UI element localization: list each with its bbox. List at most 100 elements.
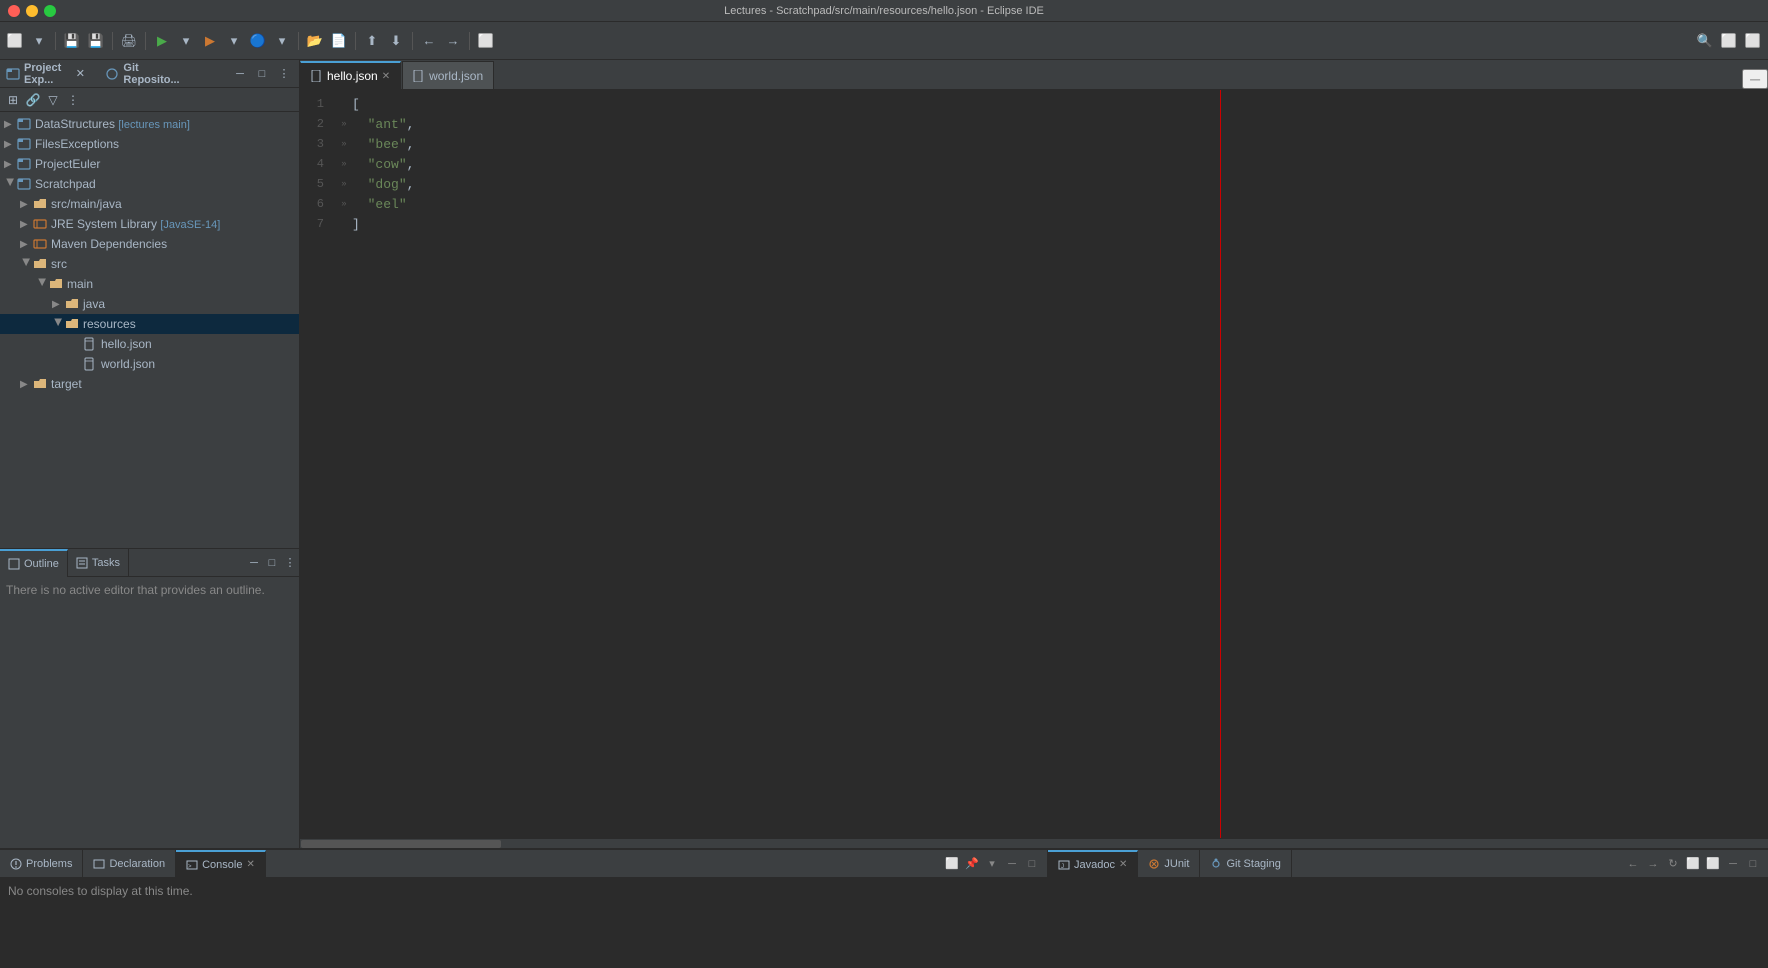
- outline-expand-button[interactable]: □: [263, 554, 281, 572]
- console-dropdown[interactable]: ▾: [983, 855, 1001, 873]
- javadoc-forward[interactable]: →: [1644, 855, 1662, 873]
- tab-console[interactable]: >_ Console ✕: [176, 850, 266, 878]
- new-dropdown[interactable]: ▾: [28, 30, 50, 52]
- arrow-euler: ▶: [4, 159, 16, 170]
- tab-hello-json[interactable]: hello.json ✕: [300, 61, 401, 89]
- minimize-button[interactable]: [26, 5, 38, 17]
- code-line-6: 6 » "eel": [300, 194, 1768, 214]
- javadoc-open[interactable]: ⬜: [1684, 855, 1702, 873]
- javadoc-back[interactable]: ←: [1624, 855, 1642, 873]
- pe-maximize-button[interactable]: □: [253, 65, 271, 83]
- tab-outline[interactable]: Outline: [0, 549, 68, 577]
- outline-panel: Outline Tasks ─ □ ⋮ There is no active e…: [0, 548, 299, 848]
- console-pin[interactable]: 📌: [963, 855, 981, 873]
- label-java: java: [83, 297, 105, 311]
- coverage-dropdown[interactable]: ▾: [271, 30, 293, 52]
- save-button[interactable]: 💾: [61, 30, 83, 52]
- console-minimize[interactable]: ─: [1003, 855, 1021, 873]
- tree-item-world-json[interactable]: ▶ world.json: [0, 354, 299, 374]
- javadoc-maximize[interactable]: □: [1744, 855, 1762, 873]
- back-button[interactable]: ←: [418, 30, 440, 52]
- arrow-datastruct: ▶: [4, 119, 16, 130]
- title-bar: Lectures - Scratchpad/src/main/resources…: [0, 0, 1768, 22]
- arrow-filesexc: ▶: [4, 139, 16, 150]
- open-perspective-button[interactable]: ⬜: [475, 30, 497, 52]
- tree-item-maven[interactable]: ▶ Maven Dependencies: [0, 234, 299, 254]
- tree-item-src[interactable]: ▶ src: [0, 254, 299, 274]
- code-editor[interactable]: 1 [ 2 » "ant", 3 » "bee", 4 » "cow",: [300, 90, 1768, 838]
- tab-git-staging[interactable]: Git Staging: [1200, 850, 1291, 878]
- editor-scrollbar-thumb[interactable]: [301, 840, 501, 848]
- hello-json-tab-close[interactable]: ✕: [382, 71, 390, 82]
- collapse-all-button[interactable]: ⊞: [4, 91, 22, 109]
- tab-problems[interactable]: Problems: [0, 850, 83, 878]
- tree-item-jre[interactable]: ▶ JRE System Library [JavaSE-14]: [0, 214, 299, 234]
- tab-declaration[interactable]: Declaration: [83, 850, 176, 878]
- label-world-json: world.json: [101, 357, 155, 371]
- tree-item-hello-json[interactable]: ▶ hello.json: [0, 334, 299, 354]
- sep1: [55, 32, 56, 50]
- new-button[interactable]: ⬜: [4, 30, 26, 52]
- javadoc-tab-close[interactable]: ✕: [1119, 859, 1127, 870]
- pe-close-button[interactable]: ✕: [71, 65, 89, 83]
- console-tab-close[interactable]: ✕: [246, 859, 254, 870]
- prev-annotation-button[interactable]: ⬆: [361, 30, 383, 52]
- arrow-scratchpad: ▶: [5, 178, 16, 190]
- window-title: Lectures - Scratchpad/src/main/resources…: [724, 5, 1044, 17]
- label-src-main-java: src/main/java: [51, 197, 122, 211]
- perspective-button[interactable]: ⬜: [1718, 30, 1740, 52]
- open-type-button[interactable]: 📂: [304, 30, 326, 52]
- console-open-console[interactable]: ⬜: [943, 855, 961, 873]
- run-dropdown[interactable]: ▾: [175, 30, 197, 52]
- forward-button[interactable]: →: [442, 30, 464, 52]
- run-button[interactable]: ▶: [151, 30, 173, 52]
- close-button[interactable]: [8, 5, 20, 17]
- open-resource-button[interactable]: 📄: [328, 30, 350, 52]
- search-toolbar-button[interactable]: 🔍: [1694, 30, 1716, 52]
- view-menu-button[interactable]: ⋮: [64, 91, 82, 109]
- sep6: [412, 32, 413, 50]
- save-all-button[interactable]: 💾: [85, 30, 107, 52]
- pe-minimize-button[interactable]: ─: [231, 65, 249, 83]
- tab-world-json[interactable]: world.json: [402, 61, 494, 89]
- console-tab-label: Console: [202, 859, 242, 871]
- tree-item-resources[interactable]: ▶ resources: [0, 314, 299, 334]
- next-annotation-button[interactable]: ⬇: [385, 30, 407, 52]
- editor-minimize-button[interactable]: ─: [1742, 69, 1768, 89]
- quick-access-button[interactable]: ⬜: [1742, 30, 1764, 52]
- tree-item-target[interactable]: ▶ target: [0, 374, 299, 394]
- tree-item-src-main-java[interactable]: ▶ src/main/java: [0, 194, 299, 214]
- label-scratchpad: Scratchpad: [35, 177, 96, 191]
- outline-menu-button[interactable]: ⋮: [281, 554, 299, 572]
- console-maximize[interactable]: □: [1023, 855, 1041, 873]
- filter-button[interactable]: ▽: [44, 91, 62, 109]
- tab-tasks[interactable]: Tasks: [68, 549, 129, 577]
- javadoc-minimize[interactable]: ─: [1724, 855, 1742, 873]
- code-line-2: 2 » "ant",: [300, 114, 1768, 134]
- icon-maven: [32, 236, 48, 252]
- print-margin-line: [1220, 90, 1221, 838]
- outline-collapse-button[interactable]: ─: [245, 554, 263, 572]
- tree-item-filesexc[interactable]: ▶ FilesExceptions: [0, 134, 299, 154]
- debug-button[interactable]: ▶: [199, 30, 221, 52]
- tree-item-scratchpad[interactable]: ▶ Scratchpad: [0, 174, 299, 194]
- tree-item-euler[interactable]: ▶ ProjectEuler: [0, 154, 299, 174]
- debug-dropdown[interactable]: ▾: [223, 30, 245, 52]
- tab-javadoc[interactable]: J Javadoc ✕: [1048, 850, 1138, 878]
- tree-item-datastruct[interactable]: ▶ DataStructures [lectures main]: [0, 114, 299, 134]
- console-icon: >_: [186, 859, 198, 871]
- javadoc-refresh[interactable]: ↻: [1664, 855, 1682, 873]
- icon-main: [48, 276, 64, 292]
- coverage-button[interactable]: 🔵: [247, 30, 269, 52]
- editor-scrollbar[interactable]: [300, 838, 1768, 848]
- link-editor-button[interactable]: 🔗: [24, 91, 42, 109]
- label-resources: resources: [83, 317, 136, 331]
- tab-junit[interactable]: JUnit: [1138, 850, 1200, 878]
- maximize-button[interactable]: [44, 5, 56, 17]
- tree-item-main[interactable]: ▶ main: [0, 274, 299, 294]
- pe-menu-button[interactable]: ⋮: [275, 65, 293, 83]
- print-button[interactable]: 🖨: [118, 30, 140, 52]
- arrow-src-main-java: ▶: [20, 199, 32, 210]
- tree-item-java[interactable]: ▶ java: [0, 294, 299, 314]
- javadoc-open2[interactable]: ⬜: [1704, 855, 1722, 873]
